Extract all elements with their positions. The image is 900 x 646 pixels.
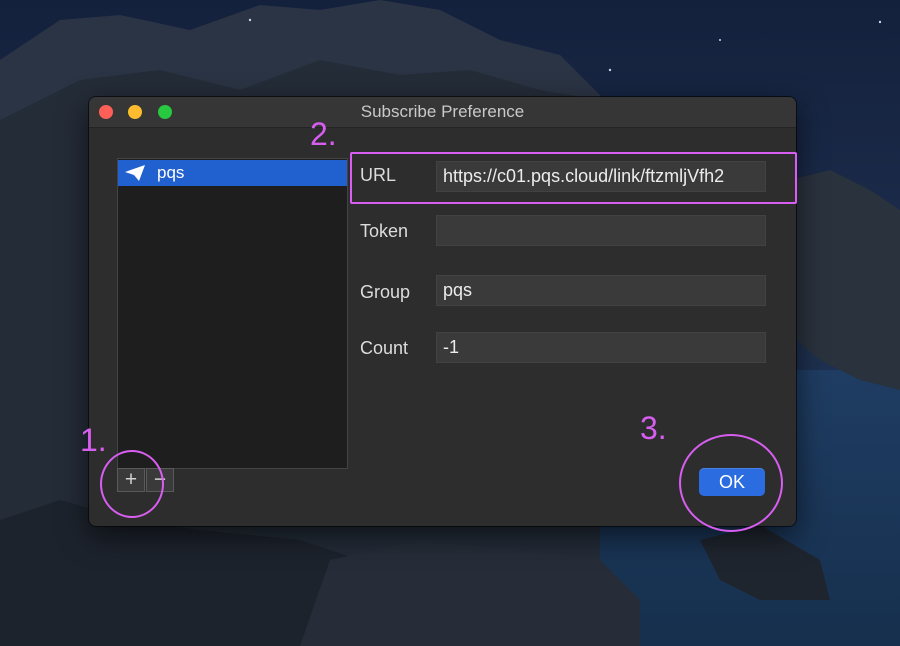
count-field[interactable]: -1 — [436, 332, 766, 363]
ok-button-highlight-circle — [679, 434, 783, 532]
group-label: Group — [360, 282, 411, 302]
token-label: Token — [360, 221, 409, 241]
list-item-label: pqs — [157, 163, 185, 182]
window-title: Subscribe Preference — [360, 102, 525, 121]
list-item-pqs[interactable]: pqs — [118, 160, 347, 186]
group-field[interactable]: pqs — [436, 275, 766, 306]
token-field[interactable] — [436, 215, 766, 246]
subscription-list[interactable]: pqs — [117, 158, 348, 469]
count-label: Count — [360, 338, 409, 358]
add-button-highlight-circle — [100, 450, 164, 518]
annotation-step-3: 3. — [640, 410, 667, 446]
paper-plane-icon — [125, 165, 145, 181]
url-highlight-box — [350, 152, 797, 204]
annotation-step-2: 2. — [310, 116, 337, 152]
annotation-step-1: 1. — [80, 422, 107, 458]
title-bar: Subscribe Preference — [89, 97, 796, 128]
